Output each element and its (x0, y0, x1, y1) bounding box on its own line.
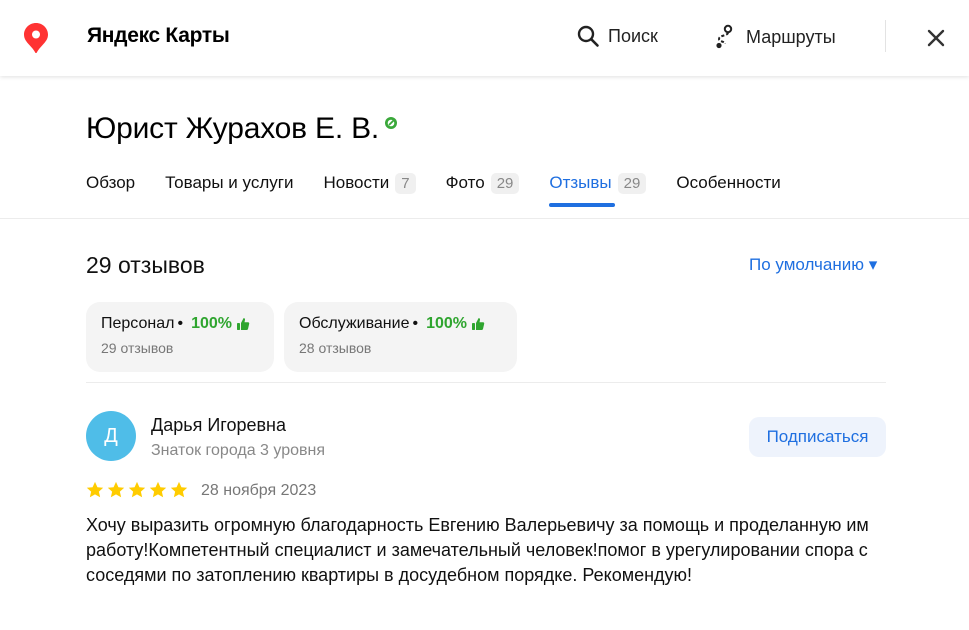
verified-icon (385, 117, 398, 129)
aspect-name: Персонал (101, 315, 175, 332)
route-icon (716, 24, 733, 49)
tab-count-badge: 7 (395, 172, 416, 194)
search-button[interactable]: Поиск (576, 24, 658, 48)
aspect-percent: 100% (426, 315, 468, 332)
aspect-percent: 100% (191, 315, 232, 332)
thumbs-up-icon (236, 318, 250, 330)
tab-overview[interactable]: Обзор (86, 170, 135, 196)
star-icon (107, 481, 125, 498)
tab-label: Фото (445, 173, 485, 192)
close-icon[interactable] (924, 26, 948, 50)
tab-count-badge: 29 (490, 172, 520, 194)
thumbs-up-icon (472, 318, 485, 330)
aspect-chip-staff[interactable]: Персонал • 100% 29 отзывов (86, 302, 274, 372)
tab-label: Товары и услуги (165, 173, 294, 192)
tabs-divider (0, 218, 969, 219)
sort-dropdown[interactable]: По умолчанию ▾ (749, 255, 877, 275)
aspect-name: Обслуживание (299, 315, 410, 332)
search-button-label: Поиск (608, 25, 658, 46)
star-icon (128, 481, 146, 498)
section-divider (86, 382, 886, 383)
tab-count-badge: 29 (617, 172, 647, 194)
tab-label: Особенности (676, 173, 781, 192)
aspect-chip-title: Персонал • 100% (101, 315, 259, 333)
tab-photos[interactable]: Фото 29 (446, 170, 520, 196)
organization-title: Юрист Журахов Е. В. (86, 112, 398, 146)
routes-button-label: Маршруты (746, 26, 836, 47)
star-icon (86, 481, 104, 498)
organization-name: Юрист Журахов Е. В. (86, 112, 380, 145)
review-date: 28 ноября 2023 (201, 482, 317, 499)
header-divider (885, 20, 886, 52)
separator-dot: • (412, 315, 419, 332)
tab-label: Отзывы (549, 173, 612, 192)
aspect-review-count: 28 отзывов (299, 340, 372, 356)
star-icon (170, 481, 188, 498)
tab-features[interactable]: Особенности (676, 170, 780, 196)
app-header: Яндекс Карты Поиск Маршруты (0, 0, 969, 76)
routes-button[interactable]: Маршруты (712, 24, 836, 50)
reviews-count-heading: 29 отзывов (86, 252, 205, 278)
review-text: Хочу выразить огромную благодарность Евг… (86, 515, 869, 585)
avatar[interactable]: Д (86, 411, 136, 461)
separator-dot: • (177, 315, 184, 332)
tabs-bar: Обзор Товары и услуги Новости 7 Фото 29 … (86, 170, 811, 207)
brand-title[interactable]: Яндекс Карты (87, 24, 230, 48)
aspect-chip-service[interactable]: Обслуживание • 100% 28 отзывов (284, 302, 517, 372)
tab-news[interactable]: Новости 7 (323, 170, 416, 196)
tab-label: Новости (323, 173, 390, 192)
review-author-level: Знаток города 3 уровня (151, 442, 326, 459)
active-tab-indicator (549, 203, 616, 207)
review-author-name[interactable]: Дарья Игоревна (151, 415, 286, 436)
search-icon (577, 25, 599, 47)
aspect-review-count: 29 отзывов (101, 340, 174, 356)
aspect-chip-title: Обслуживание • 100% (299, 315, 502, 333)
tab-label: Обзор (86, 173, 136, 192)
tab-goods-and-services[interactable]: Товары и услуги (165, 170, 293, 196)
rating-stars (86, 481, 188, 499)
map-pin-logo-icon[interactable] (24, 23, 48, 53)
tab-reviews[interactable]: Отзывы 29 (549, 170, 647, 207)
subscribe-button[interactable]: Подписаться (749, 417, 886, 457)
star-icon (149, 481, 167, 498)
